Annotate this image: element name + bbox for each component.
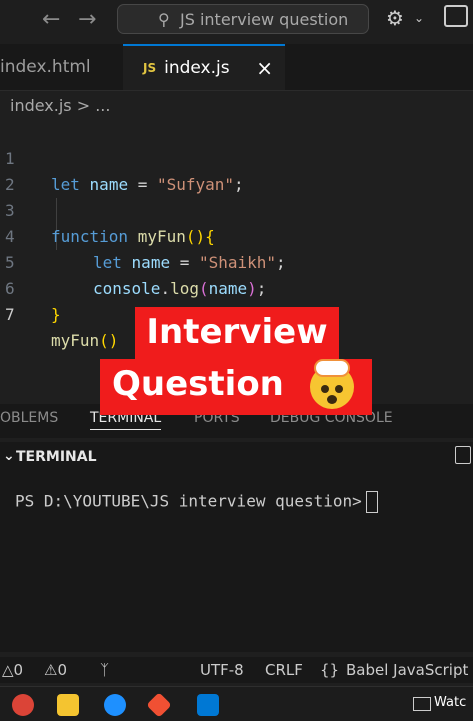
forward-arrow-icon[interactable]: →	[78, 7, 96, 32]
exploding-head-emoji-icon	[310, 361, 354, 409]
code-line: 6 }	[0, 250, 473, 324]
git-icon[interactable]	[146, 692, 172, 718]
encoding-indicator[interactable]: UTF-8	[200, 661, 244, 679]
window-icon[interactable]	[413, 697, 431, 711]
warnings-count: 0	[57, 661, 67, 679]
chevron-down-icon[interactable]: ⌄	[414, 11, 424, 25]
terminal-header: ⌄ TERMINAL	[0, 442, 473, 472]
code-line: 1 let name = "Sufyan";	[0, 120, 473, 194]
language-mode[interactable]: Babel JavaScript	[346, 661, 468, 679]
chrome-icon[interactable]	[12, 694, 34, 716]
errors-indicator[interactable]: △0	[2, 661, 23, 679]
code-line: 7 myFun()	[0, 276, 473, 350]
search-text: JS interview question	[180, 9, 349, 29]
code-line: 2	[0, 146, 473, 194]
status-bar: △0 ⚠0 ᛉ UTF-8 CRLF {} Babel JavaScript	[0, 657, 473, 683]
brace: }	[51, 305, 61, 324]
lightning-icon[interactable]: ᛉ	[100, 661, 109, 679]
tab-label: index.js	[164, 58, 230, 78]
code-line: 3 function myFun(){	[0, 172, 473, 246]
close-icon[interactable]: ×	[256, 56, 273, 80]
overlay-caption-line2: Question	[100, 359, 372, 415]
tab-index-js[interactable]: JS index.js ×	[123, 44, 285, 90]
function-call: myFun	[51, 331, 100, 350]
terminal-panel[interactable]: PS D:\YOUTUBE\JS interview question>	[0, 472, 473, 652]
overlay-caption-text: Question	[112, 364, 284, 404]
editor-tab-bar: index.html JS index.js ×	[0, 44, 473, 91]
emoji-eye	[321, 385, 329, 393]
warnings-indicator[interactable]: ⚠0	[44, 661, 67, 679]
back-arrow-icon[interactable]: ←	[42, 7, 60, 32]
terminal-icon[interactable]	[455, 446, 471, 464]
copilot-icon[interactable]: ⚙	[386, 6, 404, 30]
terminal-cursor	[365, 491, 378, 513]
vscode-icon[interactable]	[197, 694, 219, 716]
code-line: 4 let name = "Shaikh";	[0, 198, 473, 272]
prompt-text: PS D:\YOUTUBE\JS interview question>	[15, 491, 362, 511]
code-line: 5 console.log(name);	[0, 224, 473, 298]
file-explorer-icon[interactable]	[57, 694, 79, 716]
emoji-eye	[335, 385, 343, 393]
braces-icon[interactable]: {}	[320, 661, 339, 679]
tab-label: index.html	[0, 57, 91, 77]
command-center-search[interactable]: ⚲ JS interview question	[117, 4, 369, 34]
breadcrumb[interactable]: index.js > ...	[10, 96, 110, 115]
search-icon: ⚲	[158, 10, 170, 29]
terminal-prompt: PS D:\YOUTUBE\JS interview question>	[15, 491, 378, 513]
layout-icon[interactable]	[444, 5, 468, 27]
eol-indicator[interactable]: CRLF	[265, 661, 303, 679]
edge-icon[interactable]	[104, 694, 126, 716]
tab-problems[interactable]: OBLEMS	[0, 410, 58, 426]
js-file-icon: JS	[143, 61, 157, 75]
tab-index-html[interactable]: index.html	[0, 44, 122, 90]
paren: ()	[99, 331, 119, 350]
line-number: 7	[5, 305, 15, 324]
overlay-caption-line1: Interview	[135, 307, 339, 361]
chevron-down-icon[interactable]: ⌄	[3, 448, 15, 464]
title-bar: ← → ⚲ JS interview question ⚙ ⌄	[0, 0, 473, 44]
emoji-mouth	[327, 395, 337, 404]
taskbar-window-label[interactable]: Watc	[434, 695, 466, 710]
emoji-burst	[316, 361, 348, 375]
terminal-title: TERMINAL	[16, 449, 97, 465]
taskbar: Watc	[0, 686, 473, 721]
errors-count: 0	[13, 661, 24, 679]
